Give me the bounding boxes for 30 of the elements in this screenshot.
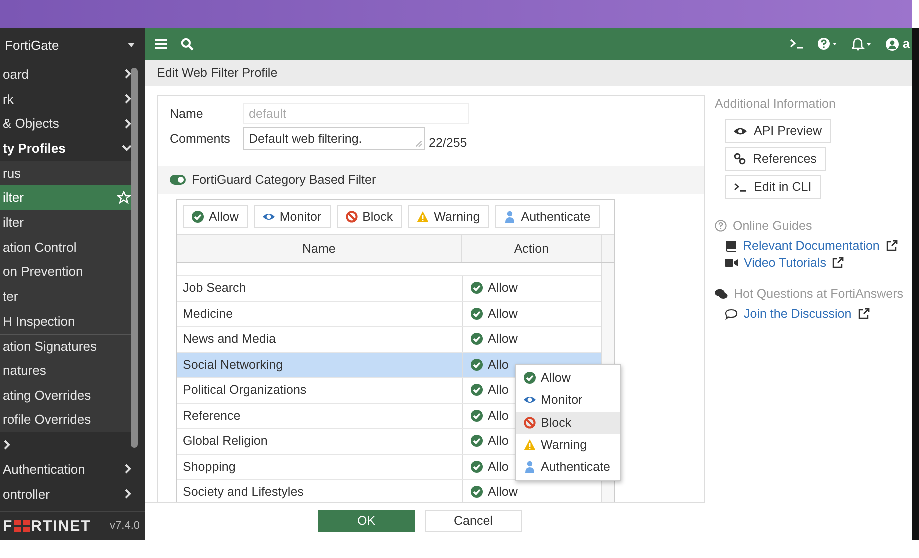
version-label: v7.4.0 — [110, 520, 140, 532]
action-label: Allow — [488, 332, 518, 346]
table-cell-text: News and Media — [182, 331, 278, 348]
action-label: Allow — [488, 281, 518, 296]
section-title: Additional Information — [715, 97, 836, 111]
sidebar-title: FortiGate — [5, 38, 60, 52]
action-label: Allow — [488, 306, 518, 321]
table-cell-text: Job Search — [182, 280, 248, 298]
section-title: Hot Questions at FortiAnswers — [734, 287, 904, 301]
table-cell-text: Society and Lifestyles — [182, 484, 305, 502]
table-cell-text: Medicine — [182, 306, 234, 323]
logo-text: F — [3, 518, 14, 534]
table-cell-text: Global Religion — [182, 433, 269, 450]
character-count: 22/255 — [429, 136, 468, 150]
field-label: Name — [170, 106, 204, 120]
section-title: Online Guides — [733, 219, 812, 233]
table-cell-text: Political Organizations — [182, 382, 308, 400]
action-label: Allo — [488, 434, 509, 448]
action-label: Allo — [488, 460, 509, 474]
page-title: Edit Web Filter Profile — [157, 66, 278, 80]
action-label: Allo — [488, 383, 509, 398]
action-label: Allow — [488, 485, 518, 500]
table-cell-text: Reference — [182, 408, 242, 425]
table-cell-text: Social Networking — [182, 356, 284, 374]
section-title: FortiGuard Category Based Filter — [192, 173, 376, 187]
table-cell-text: Shopping — [182, 458, 237, 476]
action-label: Allo — [488, 408, 509, 423]
logo-text: RTINET — [31, 518, 92, 534]
field-label: Comments — [170, 132, 232, 146]
action-label: Allo — [488, 358, 509, 372]
